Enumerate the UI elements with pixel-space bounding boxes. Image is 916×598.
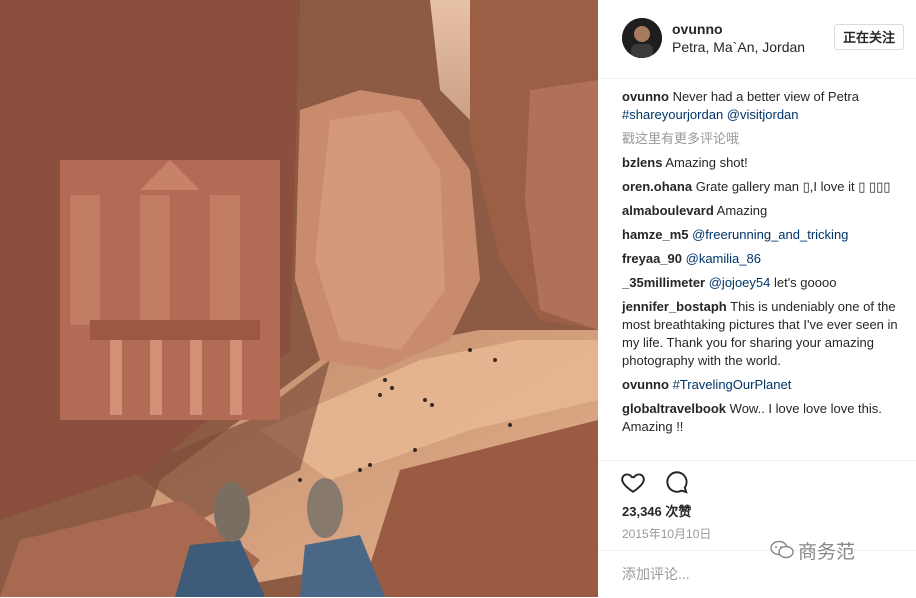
comment-username[interactable]: hamze_m5 <box>622 227 688 242</box>
comment-mention[interactable]: @jojoey54 <box>709 275 771 290</box>
watermark: 商务范 <box>770 537 855 566</box>
caption: ovunno Never had a better view of Petra … <box>622 88 904 124</box>
comment-text: let's goooo <box>770 275 837 290</box>
comment-list: ovunno Never had a better view of Petra … <box>622 88 904 442</box>
watermark-text: 商务范 <box>798 542 856 563</box>
comment-item: globaltravelbook Wow.. I love love love … <box>622 400 904 436</box>
comment-item: oren.ohana Grate gallery man ▯,I love it… <box>622 178 904 196</box>
comment-item: jennifer_bostaph This is undeniably one … <box>622 298 904 370</box>
comment-text: Grate gallery man ▯,I love it ▯ ▯▯▯ <box>695 179 891 194</box>
action-icons <box>620 469 704 500</box>
comment-username[interactable]: globaltravelbook <box>622 401 726 416</box>
following-button[interactable]: 正在关注 <box>834 24 904 50</box>
comment-text: Amazing <box>716 203 768 218</box>
caption-username[interactable]: ovunno <box>622 89 669 104</box>
comment-username[interactable]: freyaa_90 <box>622 251 682 266</box>
comment-username[interactable]: almaboulevard <box>622 203 714 218</box>
like-count[interactable]: 23,346 次赞 <box>622 501 691 520</box>
post-sidebar: ovunno Petra, Ma`An, Jordan 正在关注 ovunno … <box>598 0 916 597</box>
add-comment-input[interactable]: 添加评论... <box>622 564 690 584</box>
post-photo[interactable] <box>0 0 598 597</box>
comment-mention[interactable]: @kamilia_86 <box>686 251 761 266</box>
comment-username[interactable]: jennifer_bostaph <box>622 299 727 314</box>
action-bar: 23,346 次赞 2015年10月10日 <box>598 460 916 541</box>
add-comment-bar[interactable]: 商务范 添加评论... <box>598 540 916 598</box>
comment-username[interactable]: _35millimeter <box>622 275 705 290</box>
post-date: 2015年10月10日 <box>622 527 712 541</box>
instagram-post: ovunno Petra, Ma`An, Jordan 正在关注 ovunno … <box>0 0 916 597</box>
avatar-image <box>622 18 662 58</box>
petra-treasury-photo <box>0 0 598 597</box>
comment-username[interactable]: bzlens <box>622 155 662 170</box>
author-username[interactable]: ovunno <box>672 21 723 37</box>
wechat-icon <box>770 540 794 566</box>
comment-item: ovunno #TravelingOurPlanet <box>622 376 904 394</box>
comment-item: freyaa_90 @kamilia_86 <box>622 250 904 268</box>
heart-icon[interactable] <box>620 469 646 495</box>
comment-item: hamze_m5 @freerunning_and_tricking <box>622 226 904 244</box>
caption-tags[interactable]: #shareyourjordan @visitjordan <box>622 107 799 122</box>
avatar[interactable] <box>622 18 662 58</box>
comment-hashtag[interactable]: #TravelingOurPlanet <box>673 377 792 392</box>
comment-mention[interactable]: @freerunning_and_tricking <box>692 227 848 242</box>
comment-icon[interactable] <box>664 469 690 495</box>
post-header: ovunno Petra, Ma`An, Jordan 正在关注 <box>598 0 916 79</box>
post-location[interactable]: Petra, Ma`An, Jordan <box>672 39 805 55</box>
comment-username[interactable]: ovunno <box>622 377 669 392</box>
comment-item: _35millimeter @jojoey54 let's goooo <box>622 274 904 292</box>
comment-text: Amazing shot! <box>665 155 748 170</box>
comment-username[interactable]: oren.ohana <box>622 179 692 194</box>
caption-text: Never had a better view of Petra <box>672 89 859 104</box>
comment-item: almaboulevard Amazing <box>622 202 904 220</box>
comment-item: bzlens Amazing shot! <box>622 154 904 172</box>
load-more-comments[interactable]: 戳这里有更多评论哦 <box>622 130 904 148</box>
